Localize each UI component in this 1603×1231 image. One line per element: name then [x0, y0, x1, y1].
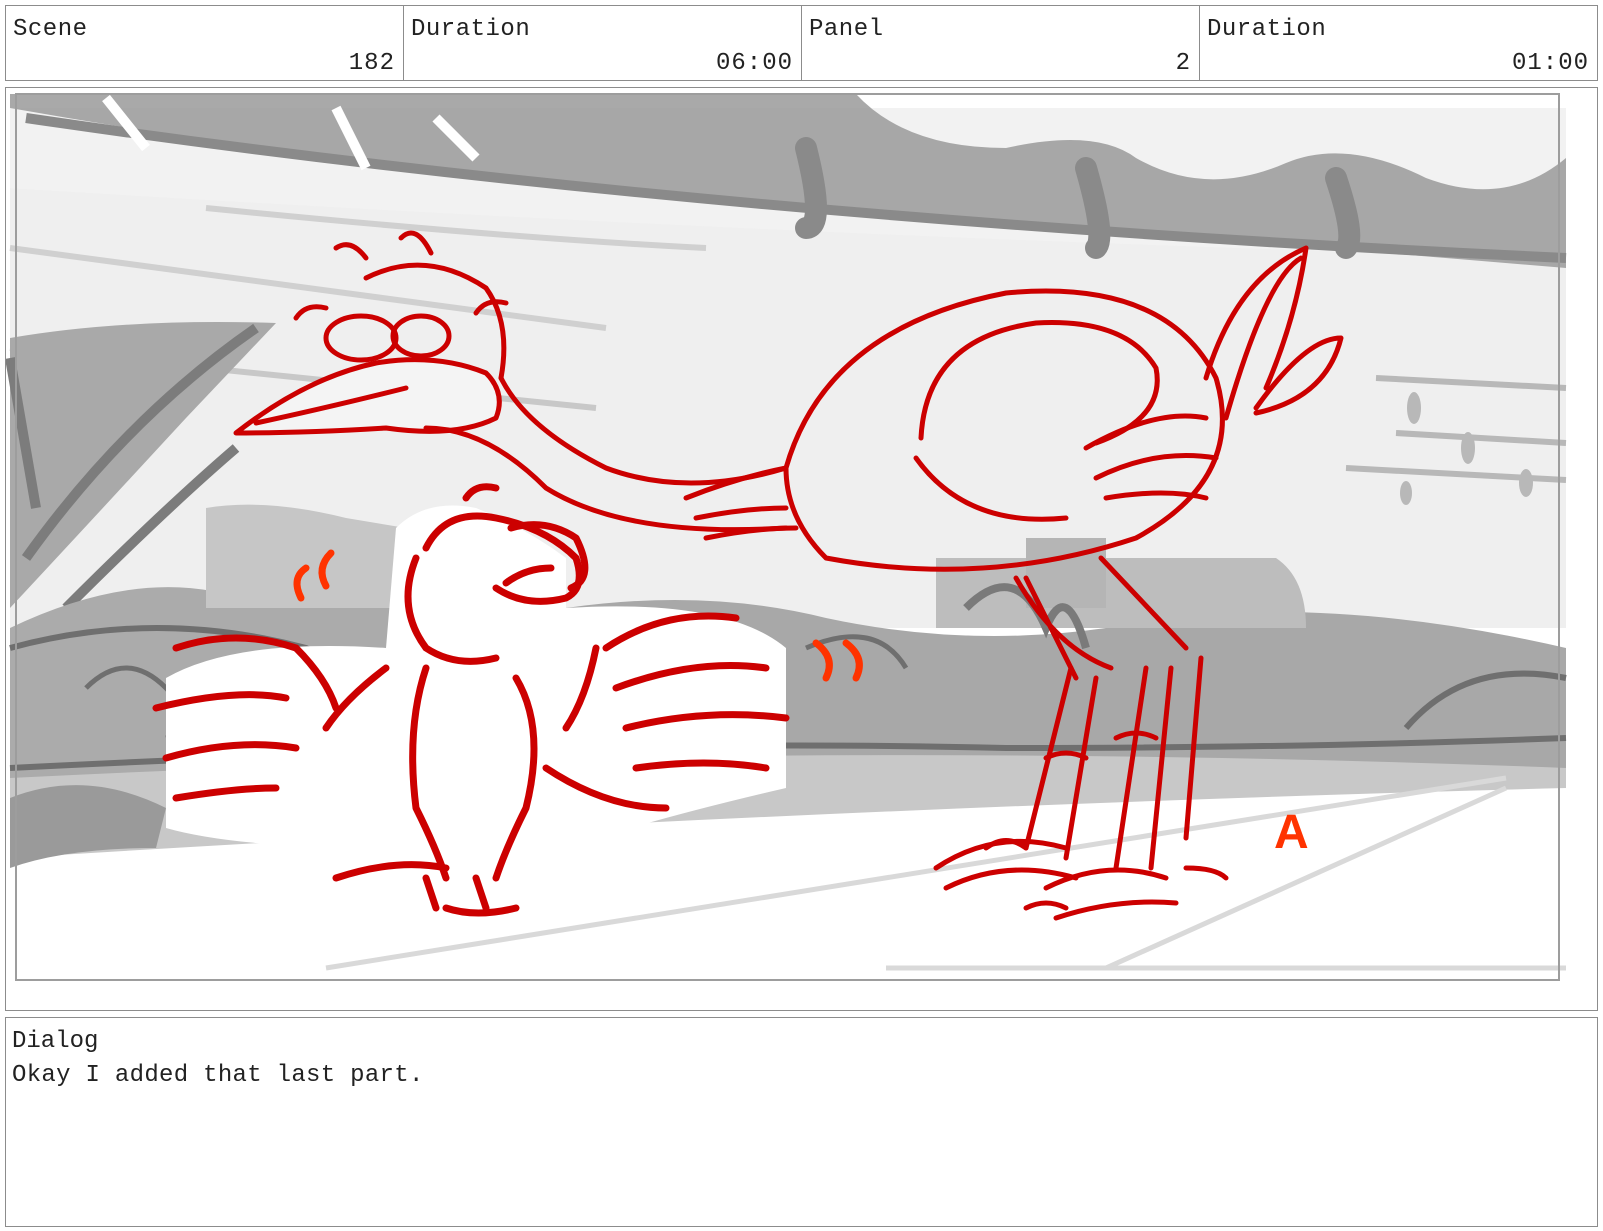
scene-cell: Scene 182	[6, 6, 404, 80]
panel-label: Panel	[809, 16, 884, 43]
scene-label: Scene	[13, 16, 88, 43]
panel-info-header: Scene 182 Duration 06:00 Panel 2 Duratio…	[5, 5, 1598, 81]
pose-annotation-label: A	[1274, 806, 1309, 859]
scene-duration-cell: Duration 06:00	[404, 6, 802, 80]
panel-number: 2	[1175, 50, 1191, 77]
scene-duration-value: 06:00	[715, 50, 793, 77]
scene-number: 182	[348, 50, 395, 77]
dialog-box: Dialog Okay I added that last part.	[5, 1017, 1598, 1227]
panel-duration-value: 01:00	[1511, 50, 1589, 77]
panel-duration-label: Duration	[1207, 16, 1327, 43]
scene-duration-label: Duration	[411, 16, 531, 43]
dialog-label: Dialog	[12, 1028, 99, 1055]
storyboard-sketch: A	[6, 88, 1597, 1010]
storyboard-panel: A	[5, 87, 1598, 1011]
panel-cell: Panel 2	[802, 6, 1200, 80]
panel-duration-cell: Duration 01:00	[1200, 6, 1597, 80]
dialog-text[interactable]: Okay I added that last part.	[12, 1062, 424, 1089]
